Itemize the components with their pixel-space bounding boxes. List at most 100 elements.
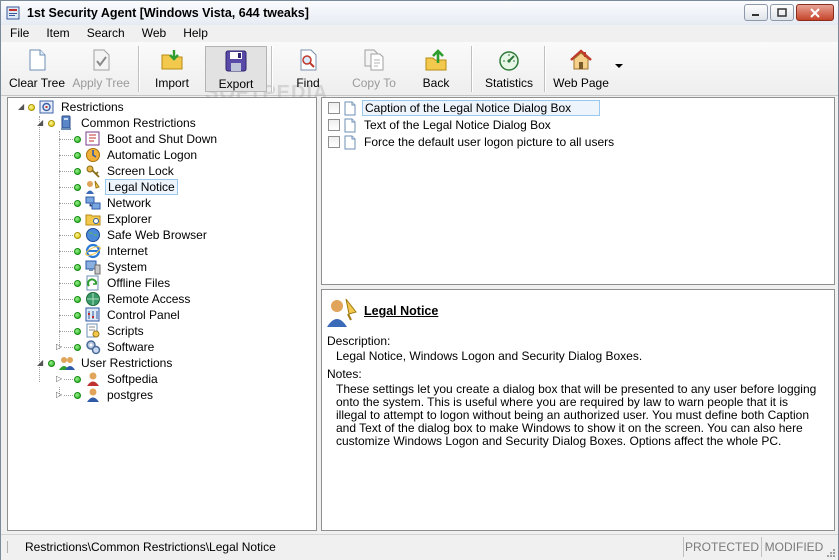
minimize-icon bbox=[752, 13, 759, 16]
status-dot-ok bbox=[74, 135, 81, 143]
computer-icon bbox=[61, 115, 71, 130]
tree-node-control-panel[interactable]: Control Panel bbox=[74, 307, 182, 323]
screen-lock-icon bbox=[86, 165, 100, 178]
web-page-dropdown-arrow[interactable] bbox=[615, 64, 623, 68]
export-button[interactable]: Export bbox=[205, 46, 267, 92]
menu-file[interactable]: File bbox=[1, 25, 37, 42]
status-dot-ok bbox=[74, 151, 81, 159]
apply-tree-button[interactable]: Apply Tree bbox=[69, 46, 133, 92]
status-dot-ok bbox=[48, 359, 55, 367]
tree-node-remote-access[interactable]: Remote Access bbox=[74, 291, 192, 307]
floppy-disk-icon bbox=[225, 50, 247, 72]
clear-tree-button[interactable]: Clear Tree bbox=[7, 46, 67, 92]
tree-node-legal-notice[interactable]: Legal Notice bbox=[74, 179, 178, 195]
blank-page-icon bbox=[29, 49, 46, 71]
tree-node-scripts[interactable]: Scripts bbox=[74, 323, 146, 339]
collapse-icon[interactable]: ◢ bbox=[37, 359, 44, 367]
close-icon bbox=[810, 7, 820, 18]
tree-node-common-restrictions[interactable]: ◢ Common Restrictions bbox=[30, 115, 198, 131]
statistics-button[interactable]: Statistics bbox=[479, 46, 539, 92]
list-item[interactable]: Text of the Legal Notice Dialog Box bbox=[328, 117, 553, 133]
title-bar[interactable]: 1st Security Agent [Windows Vista, 644 t… bbox=[1, 1, 838, 26]
menu-item[interactable]: Item bbox=[37, 25, 77, 42]
find-page-icon bbox=[300, 49, 317, 71]
status-dot-partial bbox=[48, 119, 55, 127]
status-dot-partial bbox=[74, 231, 81, 239]
menu-bar: File Item Search Web Help bbox=[1, 25, 838, 42]
globe-icon bbox=[86, 228, 100, 242]
automatic-logon-icon bbox=[86, 148, 100, 162]
boot-shutdown-icon bbox=[85, 131, 100, 146]
list-item[interactable]: Force the default user logon picture to … bbox=[328, 134, 616, 150]
tree-node-boot-and-shut-down[interactable]: Boot and Shut Down bbox=[74, 131, 219, 147]
status-dot-partial bbox=[28, 103, 35, 111]
collapse-icon[interactable]: ◢ bbox=[37, 119, 44, 127]
legal-notice-icon bbox=[327, 298, 357, 327]
list-item[interactable]: Caption of the Legal Notice Dialog Box bbox=[328, 100, 601, 116]
home-icon bbox=[570, 49, 592, 70]
back-arrow-icon bbox=[425, 49, 447, 71]
status-dot-ok bbox=[74, 167, 81, 175]
tree-node-internet[interactable]: Internet bbox=[74, 243, 150, 259]
users-icon bbox=[59, 357, 75, 370]
setting-checkbox[interactable] bbox=[328, 119, 340, 131]
page-icon bbox=[344, 118, 356, 132]
resize-grip-icon[interactable] bbox=[826, 548, 836, 558]
maximize-icon bbox=[777, 8, 787, 17]
setting-checkbox[interactable] bbox=[328, 136, 340, 148]
collapse-icon[interactable]: ◢ bbox=[18, 103, 25, 111]
settings-list[interactable]: Caption of the Legal Notice Dialog Box T… bbox=[321, 97, 835, 285]
expand-icon[interactable]: ▷ bbox=[56, 343, 63, 351]
internet-explorer-icon bbox=[85, 243, 101, 259]
notes-label: Notes: bbox=[327, 367, 362, 381]
toolbar: SOFTPEDIA Clear Tree Apply Tree Import E… bbox=[1, 42, 838, 104]
page-icon bbox=[344, 101, 356, 115]
expand-icon[interactable]: ▷ bbox=[56, 391, 63, 399]
control-panel-icon bbox=[85, 307, 100, 322]
status-bar-divider-icon bbox=[7, 541, 8, 553]
status-bar: Restrictions\Common Restrictions\Legal N… bbox=[1, 534, 838, 560]
menu-web[interactable]: Web bbox=[133, 25, 174, 42]
tree-node-system[interactable]: System bbox=[74, 259, 149, 275]
minimize-button[interactable] bbox=[744, 4, 768, 21]
expand-icon[interactable]: ▷ bbox=[56, 375, 63, 383]
tree-node-postgres[interactable]: ▷ postgres bbox=[54, 387, 155, 403]
status-protected: PROTECTED bbox=[683, 537, 760, 557]
setting-checkbox[interactable] bbox=[328, 102, 340, 114]
description-label: Description: bbox=[327, 334, 391, 348]
tree-node-screen-lock[interactable]: Screen Lock bbox=[74, 163, 176, 179]
page-icon bbox=[344, 135, 356, 149]
find-button[interactable]: Find bbox=[279, 46, 337, 92]
software-gears-icon bbox=[86, 340, 101, 355]
tree-node-softpedia[interactable]: ▷ Softpedia bbox=[54, 371, 160, 387]
tree-node-automatic-logon[interactable]: Automatic Logon bbox=[74, 147, 199, 163]
tree-node-network[interactable]: Network bbox=[74, 195, 153, 211]
offline-files-icon bbox=[86, 275, 99, 291]
info-panel: Legal Notice Description: Legal Notice, … bbox=[321, 289, 835, 531]
menu-help[interactable]: Help bbox=[174, 25, 216, 42]
folder-import-icon bbox=[161, 50, 183, 70]
status-dot-ok bbox=[74, 375, 81, 383]
status-dot-ok bbox=[74, 199, 81, 207]
legal-notice-icon bbox=[86, 180, 100, 194]
status-dot-ok bbox=[74, 183, 81, 191]
copy-pages-icon bbox=[364, 49, 384, 71]
menu-search[interactable]: Search bbox=[78, 25, 133, 42]
tree-node-software[interactable]: ▷ Software bbox=[54, 339, 156, 355]
tree-node-safe-web-browser[interactable]: Safe Web Browser bbox=[74, 227, 209, 243]
back-button[interactable]: Back bbox=[411, 46, 461, 92]
tree-node-offline-files[interactable]: Offline Files bbox=[74, 275, 172, 291]
tree-node-user-restrictions[interactable]: ◢ User Restrictions bbox=[30, 355, 174, 371]
restrictions-tree[interactable]: ◢ Restrictions ◢ Common Restrictions Boo… bbox=[7, 97, 317, 531]
status-dot-ok bbox=[74, 279, 81, 287]
status-dot-ok bbox=[74, 215, 81, 223]
web-page-button[interactable]: Web Page bbox=[551, 46, 611, 92]
tree-node-restrictions[interactable]: ◢ Restrictions bbox=[10, 99, 126, 115]
user-icon bbox=[87, 372, 99, 386]
maximize-button[interactable] bbox=[770, 4, 794, 21]
copy-to-button[interactable]: Copy To bbox=[345, 46, 403, 92]
close-button[interactable] bbox=[796, 4, 834, 21]
import-button[interactable]: Import bbox=[144, 46, 200, 92]
user-icon bbox=[87, 388, 99, 402]
tree-node-explorer[interactable]: Explorer bbox=[74, 211, 154, 227]
